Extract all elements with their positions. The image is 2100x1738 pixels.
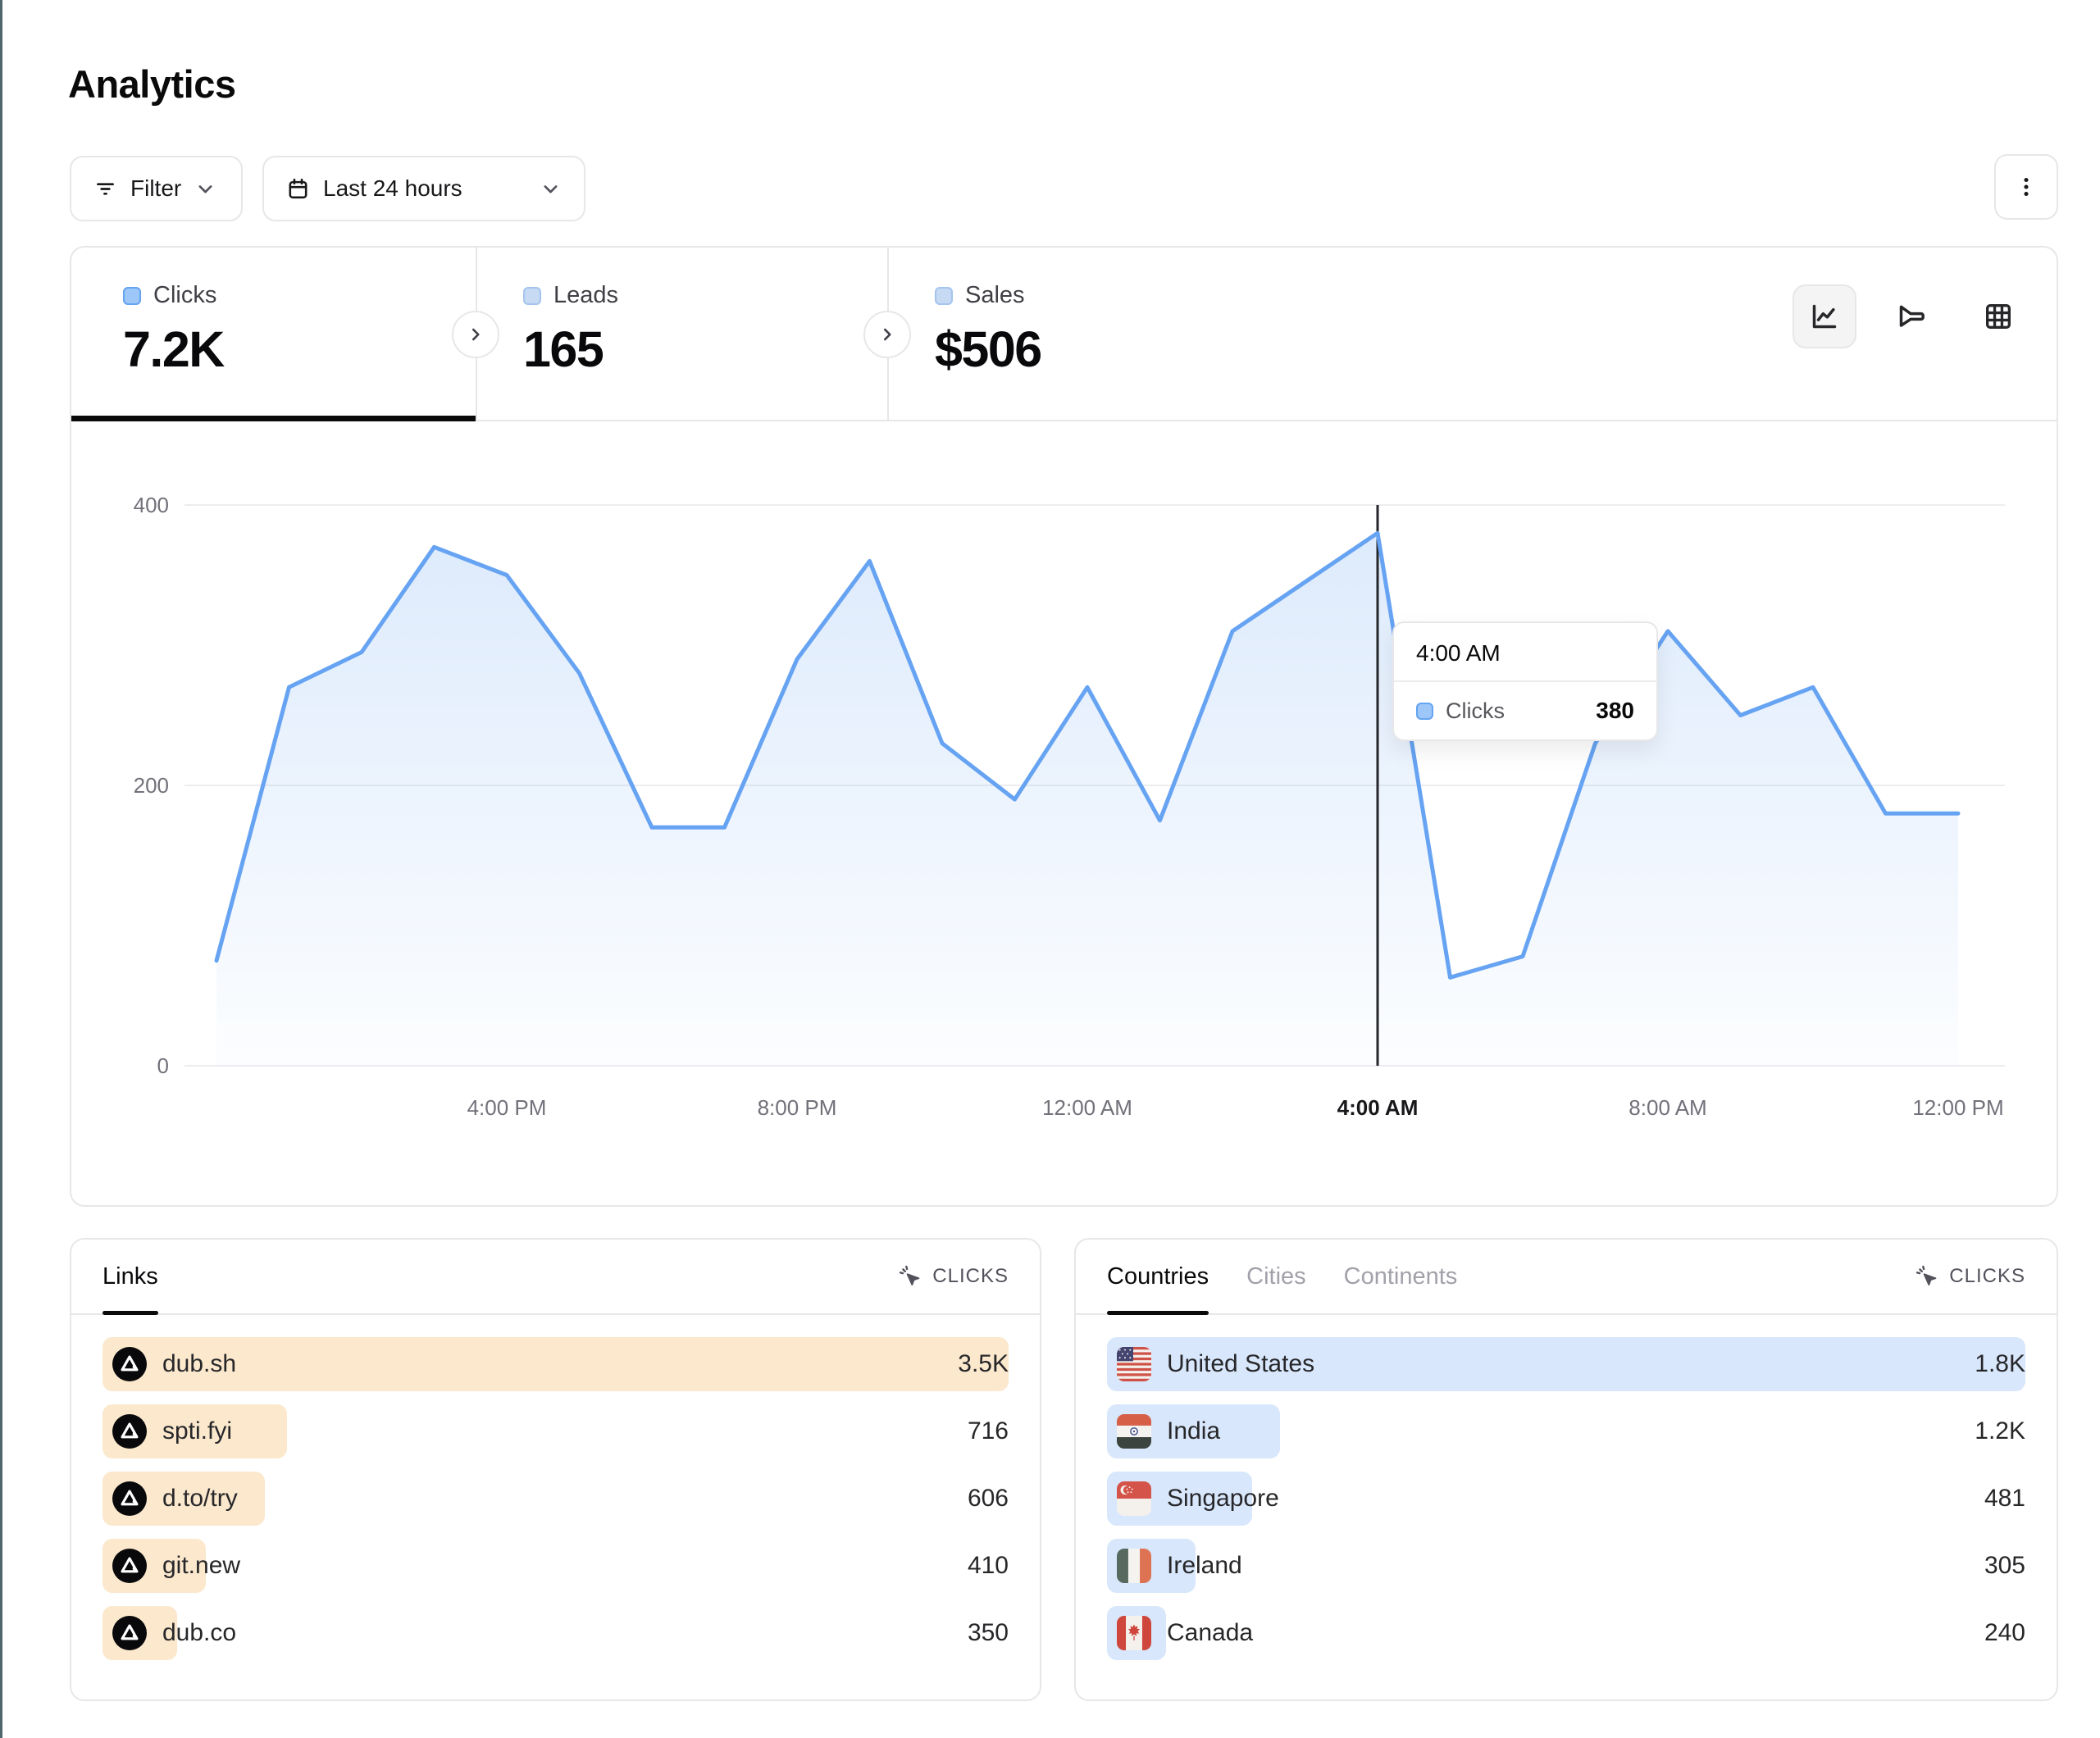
link-label: dub.sh: [162, 1350, 236, 1378]
country-label: Ireland: [1167, 1552, 1242, 1580]
tab-clicks[interactable]: Clicks 7.2K: [71, 248, 476, 420]
link-row[interactable]: spti.fyi 716: [102, 1404, 1009, 1458]
country-row[interactable]: United States 1.8K: [1107, 1337, 2025, 1391]
links-metric-header[interactable]: CLICKS: [898, 1264, 1009, 1290]
country-clicks-value: 240: [1984, 1619, 2025, 1647]
calendar-icon: [285, 176, 311, 202]
link-row[interactable]: d.to/try 606: [102, 1472, 1009, 1526]
link-label: git.new: [162, 1552, 240, 1580]
grid-icon: [1982, 300, 2015, 333]
leads-legend-square: [523, 287, 541, 305]
line-chart-icon: [1808, 300, 1841, 333]
clicks-value: 7.2K: [123, 321, 476, 378]
link-row[interactable]: dub.co 350: [102, 1606, 1009, 1660]
funnel-icon: [1895, 300, 1928, 333]
tooltip-time: 4:00 AM: [1394, 623, 1656, 680]
country-row[interactable]: Ireland 305: [1107, 1539, 2025, 1593]
cursor-click-icon: [1915, 1264, 1940, 1290]
in-flag-icon: [1117, 1414, 1151, 1449]
link-label: spti.fyi: [162, 1417, 232, 1445]
leads-tab-label: Leads: [553, 282, 618, 309]
sales-value: $506: [935, 321, 1461, 378]
tab-sales[interactable]: Sales $506: [887, 248, 1461, 420]
cursor-click-icon: [898, 1264, 923, 1290]
analytics-card: Clicks 7.2K Leads 165 Sales $506: [70, 246, 2058, 1207]
chevron-down-icon: [539, 177, 563, 201]
date-range-label: Last 24 hours: [323, 175, 462, 202]
analytics-page: Analytics Filter Last 24 hours Clicks 7.…: [0, 0, 2100, 1738]
tooltip-series-label: Clicks: [1446, 698, 1505, 724]
countries-list: United States 1.8K India 1.2K Singapore …: [1076, 1315, 2057, 1682]
table-view-button[interactable]: [1966, 284, 2030, 348]
country-row[interactable]: Canada 240: [1107, 1606, 2025, 1660]
link-row[interactable]: dub.sh 3.5K: [102, 1337, 1009, 1391]
country-label: Canada: [1167, 1619, 1253, 1647]
stats-tab-bar: Clicks 7.2K Leads 165 Sales $506: [71, 248, 2057, 421]
kebab-menu-icon: [2012, 173, 2040, 201]
panel-tab[interactable]: Continents: [1344, 1240, 1458, 1313]
expand-clicks-button[interactable]: [452, 311, 499, 358]
links-panel: Links CLICKS dub.sh 3.5K spti.fyi 716: [70, 1238, 1041, 1701]
dub-logo-icon: [112, 1414, 147, 1449]
funnel-view-button[interactable]: [1879, 284, 1943, 348]
country-label: India: [1167, 1417, 1220, 1445]
sg-flag-icon: [1117, 1481, 1151, 1516]
filter-button-label: Filter: [130, 175, 181, 202]
tooltip-legend-square: [1416, 703, 1433, 720]
country-row[interactable]: Singapore 481: [1107, 1472, 2025, 1526]
dub-logo-icon: [112, 1347, 147, 1381]
tab-leads[interactable]: Leads 165: [476, 248, 887, 420]
ie-flag-icon: [1117, 1549, 1151, 1583]
link-row[interactable]: git.new 410: [102, 1539, 1009, 1593]
link-clicks-value: 410: [968, 1552, 1009, 1580]
left-accent-edge: [0, 0, 2, 1738]
link-clicks-value: 3.5K: [958, 1350, 1009, 1378]
link-label: dub.co: [162, 1619, 236, 1647]
countries-metric-label: CLICKS: [1949, 1265, 2025, 1288]
expand-leads-button[interactable]: [863, 311, 911, 358]
countries-panel: Countries Cities Continents CLICKS Unite…: [1074, 1238, 2058, 1701]
chart-view-toggles: [1793, 284, 2030, 348]
date-range-button[interactable]: Last 24 hours: [262, 156, 585, 221]
line-chart-view-button[interactable]: [1793, 284, 1856, 348]
chart-tooltip: 4:00 AM Clicks 380: [1392, 621, 1658, 741]
filter-button[interactable]: Filter: [70, 156, 243, 221]
link-clicks-value: 606: [968, 1485, 1009, 1513]
country-clicks-value: 481: [1984, 1485, 2025, 1513]
links-list: dub.sh 3.5K spti.fyi 716 d.to/try 606 gi…: [71, 1315, 1040, 1682]
dub-logo-icon: [112, 1481, 147, 1516]
link-label: d.to/try: [162, 1485, 238, 1513]
links-metric-label: CLICKS: [932, 1265, 1009, 1288]
chevron-right-icon: [465, 324, 486, 345]
country-clicks-value: 305: [1984, 1552, 2025, 1580]
link-clicks-value: 350: [968, 1619, 1009, 1647]
more-options-button[interactable]: [1994, 154, 2058, 220]
filter-icon: [93, 176, 118, 202]
country-label: United States: [1167, 1350, 1314, 1378]
countries-metric-header[interactable]: CLICKS: [1915, 1264, 2025, 1290]
link-clicks-bar: [102, 1337, 1009, 1391]
us-flag-icon: [1117, 1347, 1151, 1381]
country-row[interactable]: India 1.2K: [1107, 1404, 2025, 1458]
clicks-tab-label: Clicks: [153, 282, 216, 309]
clicks-legend-square: [123, 287, 141, 305]
sales-legend-square: [935, 287, 953, 305]
sales-tab-label: Sales: [965, 282, 1025, 309]
countries-tab-bar: Countries Cities Continents: [1107, 1240, 1457, 1313]
tab-links[interactable]: Links: [102, 1240, 158, 1313]
country-clicks-value: 1.2K: [1975, 1417, 2025, 1445]
ca-flag-icon: [1117, 1616, 1151, 1650]
country-clicks-value: 1.8K: [1975, 1350, 2025, 1378]
chevron-down-icon: [194, 177, 217, 201]
panel-tab[interactable]: Cities: [1246, 1240, 1306, 1313]
dub-logo-icon: [112, 1549, 147, 1583]
country-label: Singapore: [1167, 1485, 1279, 1513]
panel-tab[interactable]: Countries: [1107, 1240, 1209, 1313]
page-title: Analytics: [68, 61, 235, 107]
leads-value: 165: [523, 321, 887, 378]
dub-logo-icon: [112, 1616, 147, 1650]
link-clicks-value: 716: [968, 1417, 1009, 1445]
tooltip-value: 380: [1596, 698, 1634, 724]
chevron-right-icon: [877, 324, 898, 345]
